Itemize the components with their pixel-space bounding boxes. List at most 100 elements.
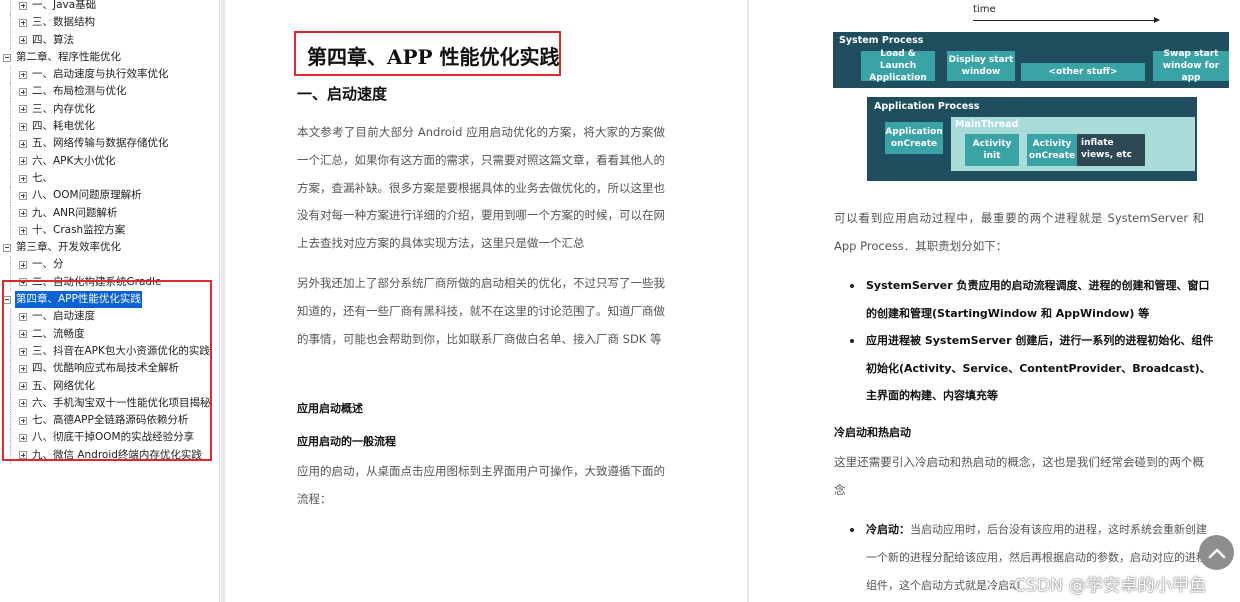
outline-section-item[interactable]: 十、Crash监控方案: [0, 221, 219, 240]
expand-icon[interactable]: [19, 399, 27, 408]
outline-section-item[interactable]: 七、高德APP全链路源码依赖分析: [0, 412, 219, 430]
outline-section-item[interactable]: 九、微信 Android终端内存优化实践: [0, 446, 219, 465]
expand-icon[interactable]: [19, 347, 27, 356]
chapter-title: 第四章、APP 性能优化实践: [307, 45, 560, 69]
expand-icon[interactable]: [19, 191, 27, 200]
outline-item-label: 十、Crash监控方案: [32, 223, 126, 236]
expand-icon[interactable]: [19, 18, 27, 27]
chevron-up-icon: [1208, 548, 1225, 558]
outline-section-item[interactable]: 四、优酷响应式布局技术全解析: [0, 360, 219, 378]
diagram-box: Application onCreate: [885, 122, 943, 154]
outline-section-item[interactable]: 三、抖音在APK包大小资源优化的实践: [0, 342, 219, 361]
expand-icon[interactable]: [19, 157, 27, 166]
outline-section-item[interactable]: 一、启动速度与执行效率优化: [0, 66, 219, 84]
outline-item-label: 第三章、开发效率优化: [16, 241, 121, 254]
expand-icon[interactable]: [19, 70, 27, 79]
document-page-right: time System Process Load & Launch Applic…: [749, 0, 1240, 602]
expand-icon[interactable]: [19, 278, 27, 287]
outline-section-item[interactable]: 三、数据结构: [0, 14, 219, 32]
paragraph: 可以看到应用启动过程中，最重要的两个进程就是 SystemServer 和 Ap…: [834, 211, 1204, 253]
outline-section-item[interactable]: 五、网络传输与数据存储优化: [0, 135, 219, 153]
outline-item-label: 七、高德APP全链路源码依赖分析: [32, 414, 189, 427]
expand-icon[interactable]: [19, 1, 27, 10]
outline-section-item[interactable]: 一、启动速度: [0, 308, 219, 326]
bullet-list: SystemServer 负责应用的启动流程调度、进程的创建和管理、窗口的创建和…: [834, 272, 1214, 410]
expand-icon[interactable]: [19, 88, 27, 97]
subheading: 冷启动和热启动: [834, 426, 911, 439]
scroll-to-top-button[interactable]: [1199, 535, 1234, 570]
watermark: CSDN @学安卓的小甲鱼: [1014, 576, 1207, 596]
outline-item-label: 第四章、APP性能优化实践: [15, 291, 142, 309]
outline-item-label: 三、抖音在APK包大小资源优化的实践: [32, 344, 210, 357]
outline-item-label: 三、内存优化: [32, 102, 95, 115]
main-thread-box: MainThread Activity init Activity onCrea…: [951, 117, 1195, 171]
time-label: time: [973, 4, 996, 15]
collapse-icon[interactable]: [3, 243, 11, 252]
outline-section-item[interactable]: 七、: [0, 169, 219, 188]
paragraph: 另外我还加上了部分系统厂商所做的启动相关的优化，不过只写了一些我知道的，还有一些…: [297, 276, 665, 346]
outline-item-label: 五、网络传输与数据存储优化: [32, 137, 169, 150]
outline-item-label: 九、ANR问题解析: [32, 206, 118, 219]
expand-icon[interactable]: [19, 105, 27, 114]
section-title: 一、启动速度: [297, 85, 388, 103]
outline-section-item[interactable]: 一、分: [0, 256, 219, 275]
outline-section-item[interactable]: 二、流畅度: [0, 325, 219, 344]
outline-item-label: 第二章、程序性能优化: [16, 50, 121, 63]
outline-section-item[interactable]: 四、耗电优化: [0, 118, 219, 136]
outline-section-item[interactable]: 八、彻底干掉OOM的实战经验分享: [0, 429, 219, 448]
outline-item-label: 九、微信 Android终端内存优化实践: [32, 448, 202, 461]
outline-item-label: 四、算法: [32, 33, 74, 46]
outline-item-label: 一、启动速度与执行效率优化: [32, 68, 169, 81]
outline-item-label: 二、布局检测与优化: [32, 85, 127, 98]
outline-section-item[interactable]: 二、布局检测与优化: [0, 83, 219, 102]
list-item: SystemServer 负责应用的启动流程调度、进程的创建和管理、窗口的创建和…: [834, 272, 1214, 327]
outline-item-label: 一、Java基础: [32, 0, 97, 11]
outline-item-label: 六、手机淘宝双十一性能优化项目揭秘: [32, 396, 211, 409]
outline-chapter-item[interactable]: 第四章、APP性能优化实践: [0, 291, 219, 309]
time-arrow: [973, 17, 1160, 23]
chapter-title-highlight-box: 第四章、APP 性能优化实践: [294, 31, 561, 76]
expand-icon[interactable]: [19, 312, 27, 321]
list-item: 应用进程被 SystemServer 创建后，进行一系列的进程初始化、组件初始化…: [834, 327, 1214, 410]
system-process-band: System Process Load & Launch Application…: [833, 32, 1229, 88]
expand-icon[interactable]: [19, 36, 27, 45]
paragraph: 这里还需要引入冷启动和热启动的概念，这也是我们经常会碰到的两个概念: [834, 455, 1204, 497]
document-page-left: 第四章、APP 性能优化实践 一、启动速度 本文参考了目前大部分 Android…: [225, 0, 747, 602]
outline-section-item[interactable]: 三、内存优化: [0, 100, 219, 119]
application-process-band: Application Process Application onCreate…: [867, 97, 1197, 181]
expand-icon[interactable]: [19, 174, 27, 183]
outline-item-label: 八、OOM问题原理解析: [32, 189, 142, 202]
outline-section-item[interactable]: 八、OOM问题原理解析: [0, 187, 219, 205]
outline-item-label: 二、自动化构建系统Gradle: [32, 275, 162, 288]
expand-icon[interactable]: [19, 364, 27, 373]
expand-icon[interactable]: [19, 451, 27, 460]
outline-chapter-item[interactable]: 第二章、程序性能优化: [0, 49, 219, 66]
expand-icon[interactable]: [19, 122, 27, 131]
outline-section-item[interactable]: 五、网络优化: [0, 377, 219, 396]
subheading: 应用启动的一般流程: [297, 435, 396, 448]
diagram-box: Swap start window for app: [1153, 49, 1229, 83]
outline-section-item[interactable]: 六、手机淘宝双十一性能优化项目揭秘: [0, 394, 219, 413]
outline-section-item[interactable]: 四、算法: [0, 31, 219, 50]
app-launch-diagram: time System Process Load & Launch Applic…: [833, 0, 1229, 186]
outline-item-label: 五、网络优化: [32, 379, 95, 392]
outline-section-item[interactable]: 一、Java基础: [0, 0, 219, 15]
outline-section-item[interactable]: 二、自动化构建系统Gradle: [0, 273, 219, 292]
collapse-icon[interactable]: [3, 295, 11, 304]
expand-icon[interactable]: [19, 140, 27, 149]
outline-tree: 一、Java基础三、数据结构 四、算法第二章、程序性能优化一、启动速度与执行效率优…: [0, 0, 219, 465]
outline-chapter-item[interactable]: 第三章、开发效率优化: [0, 239, 219, 256]
expand-icon[interactable]: [19, 416, 27, 425]
collapse-icon[interactable]: [3, 53, 11, 62]
expand-icon[interactable]: [19, 261, 27, 270]
outline-section-item[interactable]: 六、APK大小优化: [0, 152, 219, 171]
outline-item-label: 四、耗电优化: [32, 120, 95, 133]
diagram-box: Activity init: [965, 134, 1019, 166]
expand-icon[interactable]: [19, 434, 27, 443]
expand-icon[interactable]: [19, 382, 27, 391]
outline-item-label: 四、优酷响应式布局技术全解析: [32, 362, 179, 375]
expand-icon[interactable]: [19, 330, 27, 339]
expand-icon[interactable]: [19, 209, 27, 218]
outline-section-item[interactable]: 九、ANR问题解析: [0, 204, 219, 223]
expand-icon[interactable]: [19, 226, 27, 235]
